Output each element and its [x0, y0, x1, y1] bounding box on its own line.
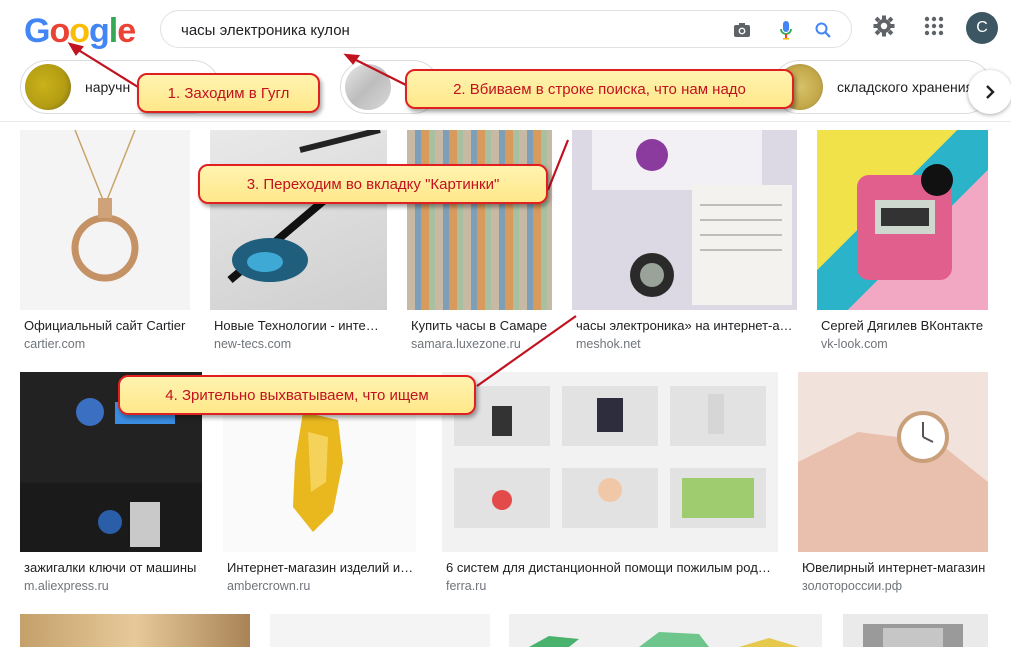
- result-domain: vk-look.com: [821, 337, 888, 351]
- callout-text: 1. Заходим в Гугл: [167, 84, 290, 102]
- avatar[interactable]: С: [966, 12, 998, 44]
- result-domain: m.aliexpress.ru: [24, 579, 109, 593]
- result-image: [572, 130, 797, 310]
- chip-thumbnail: [25, 64, 71, 110]
- logo-letter: G: [24, 12, 50, 50]
- logo-letter: e: [117, 12, 136, 50]
- result-caption[interactable]: Купить часы в Самаре: [411, 318, 551, 333]
- logo-letter: o: [69, 12, 90, 50]
- result-domain: ferra.ru: [446, 579, 487, 593]
- callout-text: 3. Переходим во вкладку "Картинки": [246, 175, 500, 193]
- result-caption[interactable]: часы электроника» на интернет-аукционе: [576, 318, 796, 333]
- chip-label: наручн: [85, 79, 131, 95]
- result-image: [817, 130, 988, 310]
- result-caption[interactable]: Интернет-магазин изделий из янтаря: [227, 560, 415, 575]
- result-image: [270, 614, 490, 647]
- result-caption[interactable]: Официальный сайт Cartier: [24, 318, 188, 333]
- result-image: [20, 614, 250, 647]
- result-image: [210, 130, 387, 310]
- callout-step-2: 2. Вбиваем в строке поиска, что нам надо: [405, 69, 794, 109]
- result-image: [442, 372, 778, 552]
- result-domain: meshok.net: [576, 337, 641, 351]
- callout-step-3: 3. Переходим во вкладку "Картинки": [198, 164, 548, 204]
- result-caption[interactable]: Новые Технологии - интернет: [214, 318, 384, 333]
- callout-step-1: 1. Заходим в Гугл: [137, 73, 320, 113]
- logo-letter: o: [49, 12, 70, 50]
- apps-icon[interactable]: [920, 12, 948, 40]
- header: Google С: [0, 0, 1011, 56]
- search-icon[interactable]: [812, 19, 834, 41]
- chip-thumbnail: [345, 64, 391, 110]
- result-image: [509, 614, 822, 647]
- logo-letter: l: [108, 12, 119, 50]
- result-caption[interactable]: 6 систем для дистанционной помощи пожилы…: [446, 560, 776, 575]
- result-domain: new-tecs.com: [214, 337, 292, 351]
- result-domain: samara.luxezone.ru: [411, 337, 521, 351]
- callout-text: 4. Зрительно выхватываем, что ищем: [165, 386, 429, 404]
- chevron-right-icon: [986, 85, 995, 99]
- search-box: [160, 10, 852, 48]
- chip-label: складского хранения: [837, 79, 974, 95]
- chip[interactable]: складского хранения: [772, 60, 992, 114]
- search-input[interactable]: [181, 20, 701, 40]
- result-image: [407, 130, 552, 310]
- result-domain: ambercrown.ru: [227, 579, 311, 593]
- avatar-letter: С: [976, 19, 988, 36]
- result-caption[interactable]: Сергей Дягилев ВКонтакте: [821, 318, 987, 333]
- result-caption[interactable]: зажигалки ключи от машины: [24, 560, 200, 575]
- result-caption[interactable]: Ювелирный интернет-магазин: [802, 560, 986, 575]
- result-image: [20, 130, 190, 310]
- result-domain: золотороссии.рф: [802, 579, 902, 593]
- logo-letter: g: [89, 12, 110, 50]
- callout-step-4: 4. Зрительно выхватываем, что ищем: [118, 375, 476, 415]
- chips-next-button[interactable]: [968, 70, 1011, 114]
- google-logo[interactable]: Google: [24, 12, 136, 51]
- result-domain: cartier.com: [24, 337, 86, 351]
- callout-text: 2. Вбиваем в строке поиска, что нам надо: [453, 80, 746, 98]
- result-image: [798, 372, 988, 552]
- camera-icon[interactable]: [731, 19, 753, 41]
- mic-icon[interactable]: [775, 19, 797, 41]
- result-image: [843, 614, 988, 647]
- gear-icon[interactable]: [870, 12, 898, 40]
- google-images-page: Google С наручн: [0, 0, 1011, 647]
